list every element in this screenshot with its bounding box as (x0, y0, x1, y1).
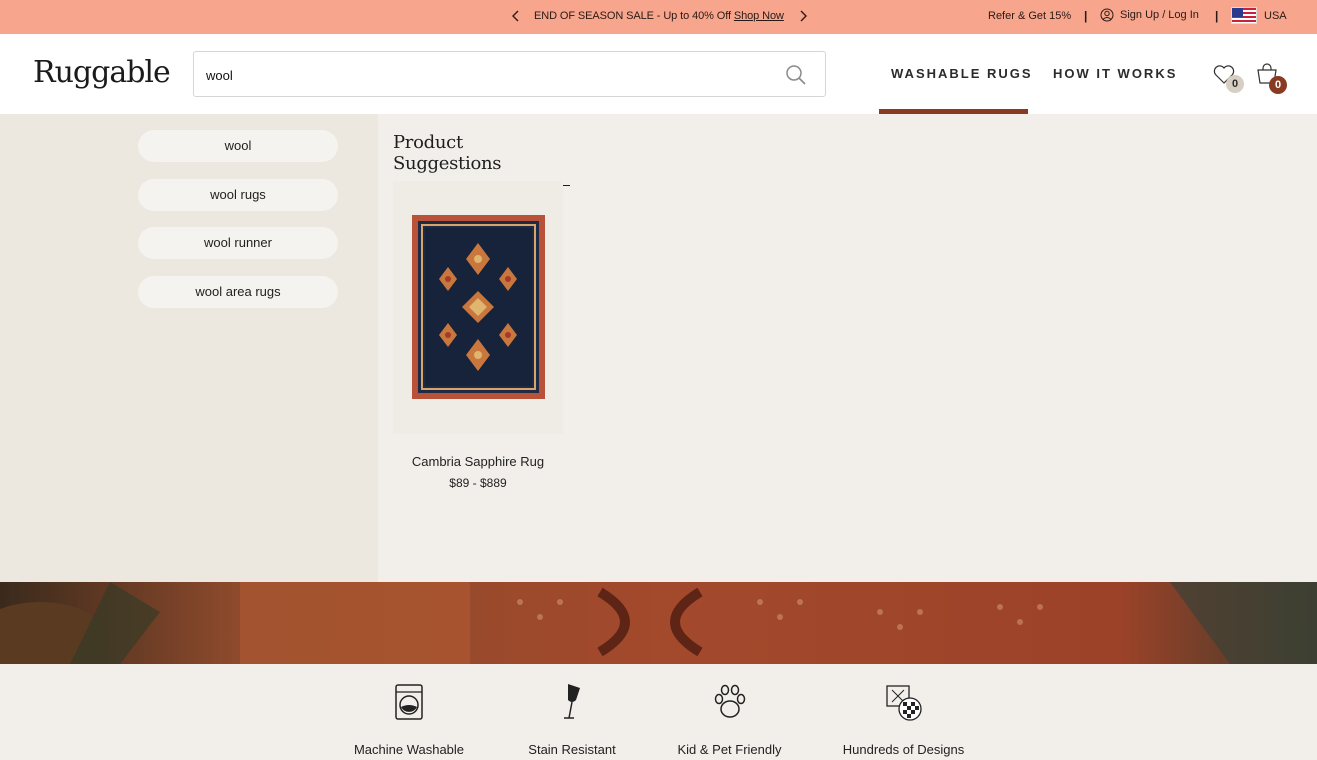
cart-count-badge: 0 (1269, 76, 1287, 94)
country-selector[interactable]: USA (1231, 7, 1287, 24)
suggestion-item[interactable]: wool area rugs (138, 276, 338, 308)
refer-link[interactable]: Refer & Get 15% (988, 10, 1071, 22)
product-card[interactable]: Cambria Sapphire Rug $89 - $889 (393, 181, 563, 501)
search-icon[interactable] (785, 64, 807, 86)
feature-label: Machine Washable (353, 742, 465, 757)
washing-machine-icon (395, 684, 423, 720)
paw-icon (714, 684, 745, 718)
shop-now-link[interactable]: Shop Now (734, 10, 784, 22)
hero-background (0, 582, 1317, 664)
announcement-bar: END OF SEASON SALE - Up to 40% Off Shop … (0, 0, 1317, 34)
product-suggestions-panel: Product Suggestions Cambria Sapphire Rug… (378, 114, 1317, 582)
rug-image (412, 215, 545, 399)
product-image (393, 181, 563, 434)
promo-message: END OF SEASON SALE - Up to 40% Off (534, 10, 731, 22)
separator: | (1084, 9, 1088, 23)
rug-pattern-icon (885, 685, 922, 721)
suggestion-item[interactable]: wool rugs (138, 179, 338, 211)
feature-hundreds-of-designs: Hundreds of Designs (839, 682, 968, 757)
separator: | (1215, 9, 1219, 23)
site-header: Ruggable WASHABLE RUGS HOW IT WORKS 0 0 (0, 34, 1317, 114)
search-suggestions-panel: wool wool rugs wool runner wool area rug… (0, 114, 378, 582)
chevron-right-icon[interactable] (796, 9, 810, 23)
product-name[interactable]: Cambria Sapphire Rug (393, 454, 563, 469)
features-row: Machine Washable Stain Resistant Kid & P… (0, 664, 1317, 760)
nav-washable-rugs[interactable]: WASHABLE RUGS (891, 66, 1033, 81)
wishlist-count-badge: 0 (1226, 75, 1244, 93)
promo-text: END OF SEASON SALE - Up to 40% Off Shop … (534, 10, 784, 22)
search-input[interactable] (206, 64, 766, 86)
us-flag-icon (1231, 7, 1257, 24)
feature-kid-pet-friendly: Kid & Pet Friendly (676, 682, 783, 757)
feature-label: Stain Resistant (528, 742, 616, 757)
feature-label: Kid & Pet Friendly (677, 742, 782, 757)
suggestion-item[interactable]: wool (138, 130, 338, 162)
chevron-left-icon[interactable] (509, 9, 523, 23)
country-label: USA (1264, 9, 1287, 22)
feature-label: Hundreds of Designs (842, 742, 965, 757)
product-price: $89 - $889 (449, 476, 507, 490)
search-bar (193, 51, 826, 97)
nav-how-it-works[interactable]: HOW IT WORKS (1053, 66, 1177, 81)
user-icon (1100, 8, 1114, 22)
ruggable-logo[interactable]: Ruggable (33, 55, 171, 90)
feature-machine-washable: Machine Washable (351, 682, 467, 757)
login-label: Sign Up / Log In (1120, 9, 1199, 21)
wine-glass-icon (564, 684, 580, 719)
feature-stain-resistant: Stain Resistant (524, 682, 620, 757)
hero-rug-image (0, 582, 1317, 664)
product-suggestions-title: Product Suggestions (393, 132, 570, 186)
login-link[interactable]: Sign Up / Log In (1100, 8, 1199, 22)
suggestion-item[interactable]: wool runner (138, 227, 338, 259)
